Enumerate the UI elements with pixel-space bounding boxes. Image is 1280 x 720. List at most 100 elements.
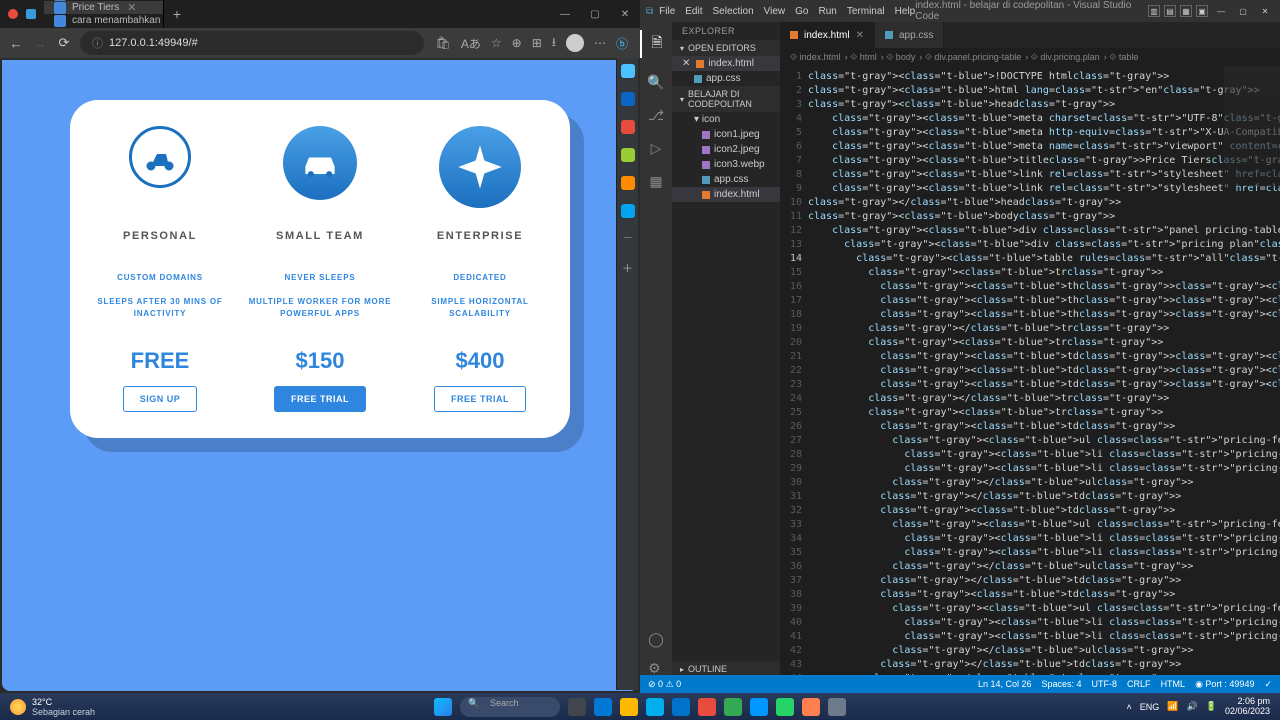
shopping-icon[interactable]: 🛍	[436, 36, 451, 50]
menu-item[interactable]: Selection	[713, 6, 754, 17]
app-icon[interactable]	[828, 698, 846, 716]
menu-item[interactable]: Edit	[685, 6, 702, 17]
extensions-icon[interactable]: ▦	[649, 173, 662, 190]
menu-item[interactable]: View	[764, 6, 786, 17]
breadcrumb-item[interactable]: › ⟐ div.panel.pricing-table	[919, 52, 1021, 63]
status-item[interactable]: Spaces: 4	[1042, 679, 1082, 690]
maximize-button[interactable]: ▢	[1234, 5, 1252, 17]
file-item[interactable]: index.html	[672, 187, 780, 202]
status-item[interactable]: HTML	[1161, 679, 1186, 690]
app-icon[interactable]	[802, 698, 820, 716]
status-item[interactable]: Ln 14, Col 26	[978, 679, 1032, 690]
open-editor-item[interactable]: app.css	[672, 71, 780, 86]
open-editors-section[interactable]: OPEN EDITORS	[672, 40, 780, 56]
more-icon[interactable]: ⋯	[594, 36, 606, 50]
word-icon[interactable]	[672, 698, 690, 716]
chrome-icon[interactable]	[724, 698, 742, 716]
account-icon[interactable]: ◯	[648, 631, 664, 648]
downloads-icon[interactable]: ⭳	[552, 33, 556, 54]
close-icon[interactable]: ✕	[127, 1, 136, 14]
code-editor[interactable]: class="t-gray"><class="t-blue">!DOCTYPE …	[808, 66, 1280, 693]
close-button[interactable]: ✕	[610, 9, 640, 20]
status-item[interactable]: ◉ Port : 49949	[1195, 679, 1254, 690]
layout-icon[interactable]: ▤	[1164, 5, 1176, 17]
file-item[interactable]: icon3.webp	[672, 157, 780, 172]
status-item[interactable]: CRLF	[1127, 679, 1151, 690]
tools-icon[interactable]	[621, 92, 635, 106]
copilot-icon[interactable]: ⓑ	[616, 35, 628, 52]
new-tab-button[interactable]: +	[164, 6, 190, 22]
layout-icon[interactable]: ▥	[1148, 5, 1160, 17]
store-icon[interactable]	[646, 698, 664, 716]
run-debug-icon[interactable]: ▷	[651, 140, 662, 157]
file-item[interactable]: icon2.jpeg	[672, 142, 780, 157]
problems-status[interactable]: ⊘ 0 ⚠ 0	[648, 679, 681, 690]
reload-button[interactable]: ⟳	[56, 35, 72, 51]
favorite-icon[interactable]: ☆	[491, 36, 502, 50]
volume-icon[interactable]: 🔊	[1187, 701, 1198, 712]
maximize-button[interactable]: ▢	[580, 9, 610, 20]
explorer-icon[interactable]	[620, 698, 638, 716]
add-icon[interactable]: ＋	[621, 260, 635, 274]
office-icon[interactable]	[621, 176, 635, 190]
url-input[interactable]: ⓘ 127.0.0.1:49949/#	[80, 31, 424, 55]
battery-icon[interactable]: 🔋	[1206, 701, 1217, 712]
project-section[interactable]: BELAJAR DI CODEPOLITAN	[672, 86, 780, 112]
task-view-icon[interactable]	[568, 698, 586, 716]
collections-icon[interactable]: ⊕	[512, 36, 522, 50]
menu-item[interactable]: Help	[895, 6, 916, 17]
explorer-icon[interactable]: 🗎	[640, 30, 672, 58]
minimize-button[interactable]: —	[550, 9, 580, 20]
whatsapp-icon[interactable]	[776, 698, 794, 716]
shopping-icon[interactable]	[621, 120, 635, 134]
start-button[interactable]	[434, 698, 452, 716]
search-icon[interactable]	[621, 64, 635, 78]
open-editor-item[interactable]: ✕index.html	[672, 56, 780, 71]
source-control-icon[interactable]: ⎇	[648, 107, 664, 124]
free-trial-button[interactable]: FREE TRIAL	[274, 386, 366, 412]
menu-item[interactable]: File	[659, 6, 675, 17]
wifi-icon[interactable]: 📶	[1167, 701, 1178, 712]
breadcrumb-item[interactable]: › ⟐ body	[881, 52, 916, 63]
browser-tab[interactable]: Price Tiers✕	[44, 1, 164, 14]
weather-widget[interactable]: 32°C Sebagian cerah	[0, 697, 105, 717]
youtube-icon[interactable]	[698, 698, 716, 716]
taskbar-search[interactable]: 🔍Search	[460, 697, 560, 717]
signup-button[interactable]: SIGN UP	[123, 386, 198, 412]
clock[interactable]: 2:06 pm 02/06/2023	[1225, 697, 1270, 717]
language-indicator[interactable]: ENG	[1140, 702, 1160, 712]
games-icon[interactable]	[621, 148, 635, 162]
breadcrumb-item[interactable]: ⟐ index.html	[790, 52, 841, 63]
layout-icon[interactable]: ▣	[1196, 5, 1208, 17]
breadcrumb-item[interactable]: › ⟐ html	[845, 52, 877, 63]
vscode-icon[interactable]	[750, 698, 768, 716]
menu-item[interactable]: Terminal	[847, 6, 885, 17]
profile-avatar[interactable]	[566, 34, 584, 52]
layout-icon[interactable]: ▦	[1180, 5, 1192, 17]
free-trial-button[interactable]: FREE TRIAL	[434, 386, 526, 412]
system-tray[interactable]: ˄ ENG 📶 🔊 🔋 2:06 pm 02/06/2023	[1127, 697, 1280, 717]
search-icon[interactable]: 🔍	[647, 74, 664, 91]
folder-item[interactable]: ▾ icon	[672, 112, 780, 127]
file-item[interactable]: app.css	[672, 172, 780, 187]
menu-item[interactable]: Run	[818, 6, 836, 17]
status-item[interactable]: UTF-8	[1092, 679, 1118, 690]
editor-tab[interactable]: index.html✕	[780, 22, 875, 48]
editor-tab[interactable]: app.css	[875, 22, 944, 48]
outlook-icon[interactable]	[621, 204, 635, 218]
file-item[interactable]: icon1.jpeg	[672, 127, 780, 142]
browser-tab[interactable]: cara menambahkan shadow p✕	[44, 14, 164, 27]
breadcrumb[interactable]: ⟐ index.html › ⟐ html › ⟐ body› ⟐ div.pane…	[780, 48, 1280, 66]
close-icon[interactable]: ✕	[856, 30, 864, 41]
breadcrumb-item[interactable]: › ⟐ table	[1104, 52, 1139, 63]
back-button[interactable]: ←	[8, 36, 24, 51]
breadcrumb-item[interactable]: › ⟐ div.pricing.plan	[1025, 52, 1099, 63]
close-icon[interactable]: ✕	[682, 58, 690, 69]
chevron-up-icon[interactable]: ˄	[1127, 702, 1132, 712]
edge-icon[interactable]	[594, 698, 612, 716]
menu-item[interactable]: Go	[795, 6, 808, 17]
status-item[interactable]: ✓	[1264, 679, 1272, 690]
close-button[interactable]: ✕	[1256, 5, 1274, 17]
read-aloud-icon[interactable]: Aあ	[461, 35, 481, 52]
minimize-button[interactable]: —	[1212, 5, 1230, 17]
